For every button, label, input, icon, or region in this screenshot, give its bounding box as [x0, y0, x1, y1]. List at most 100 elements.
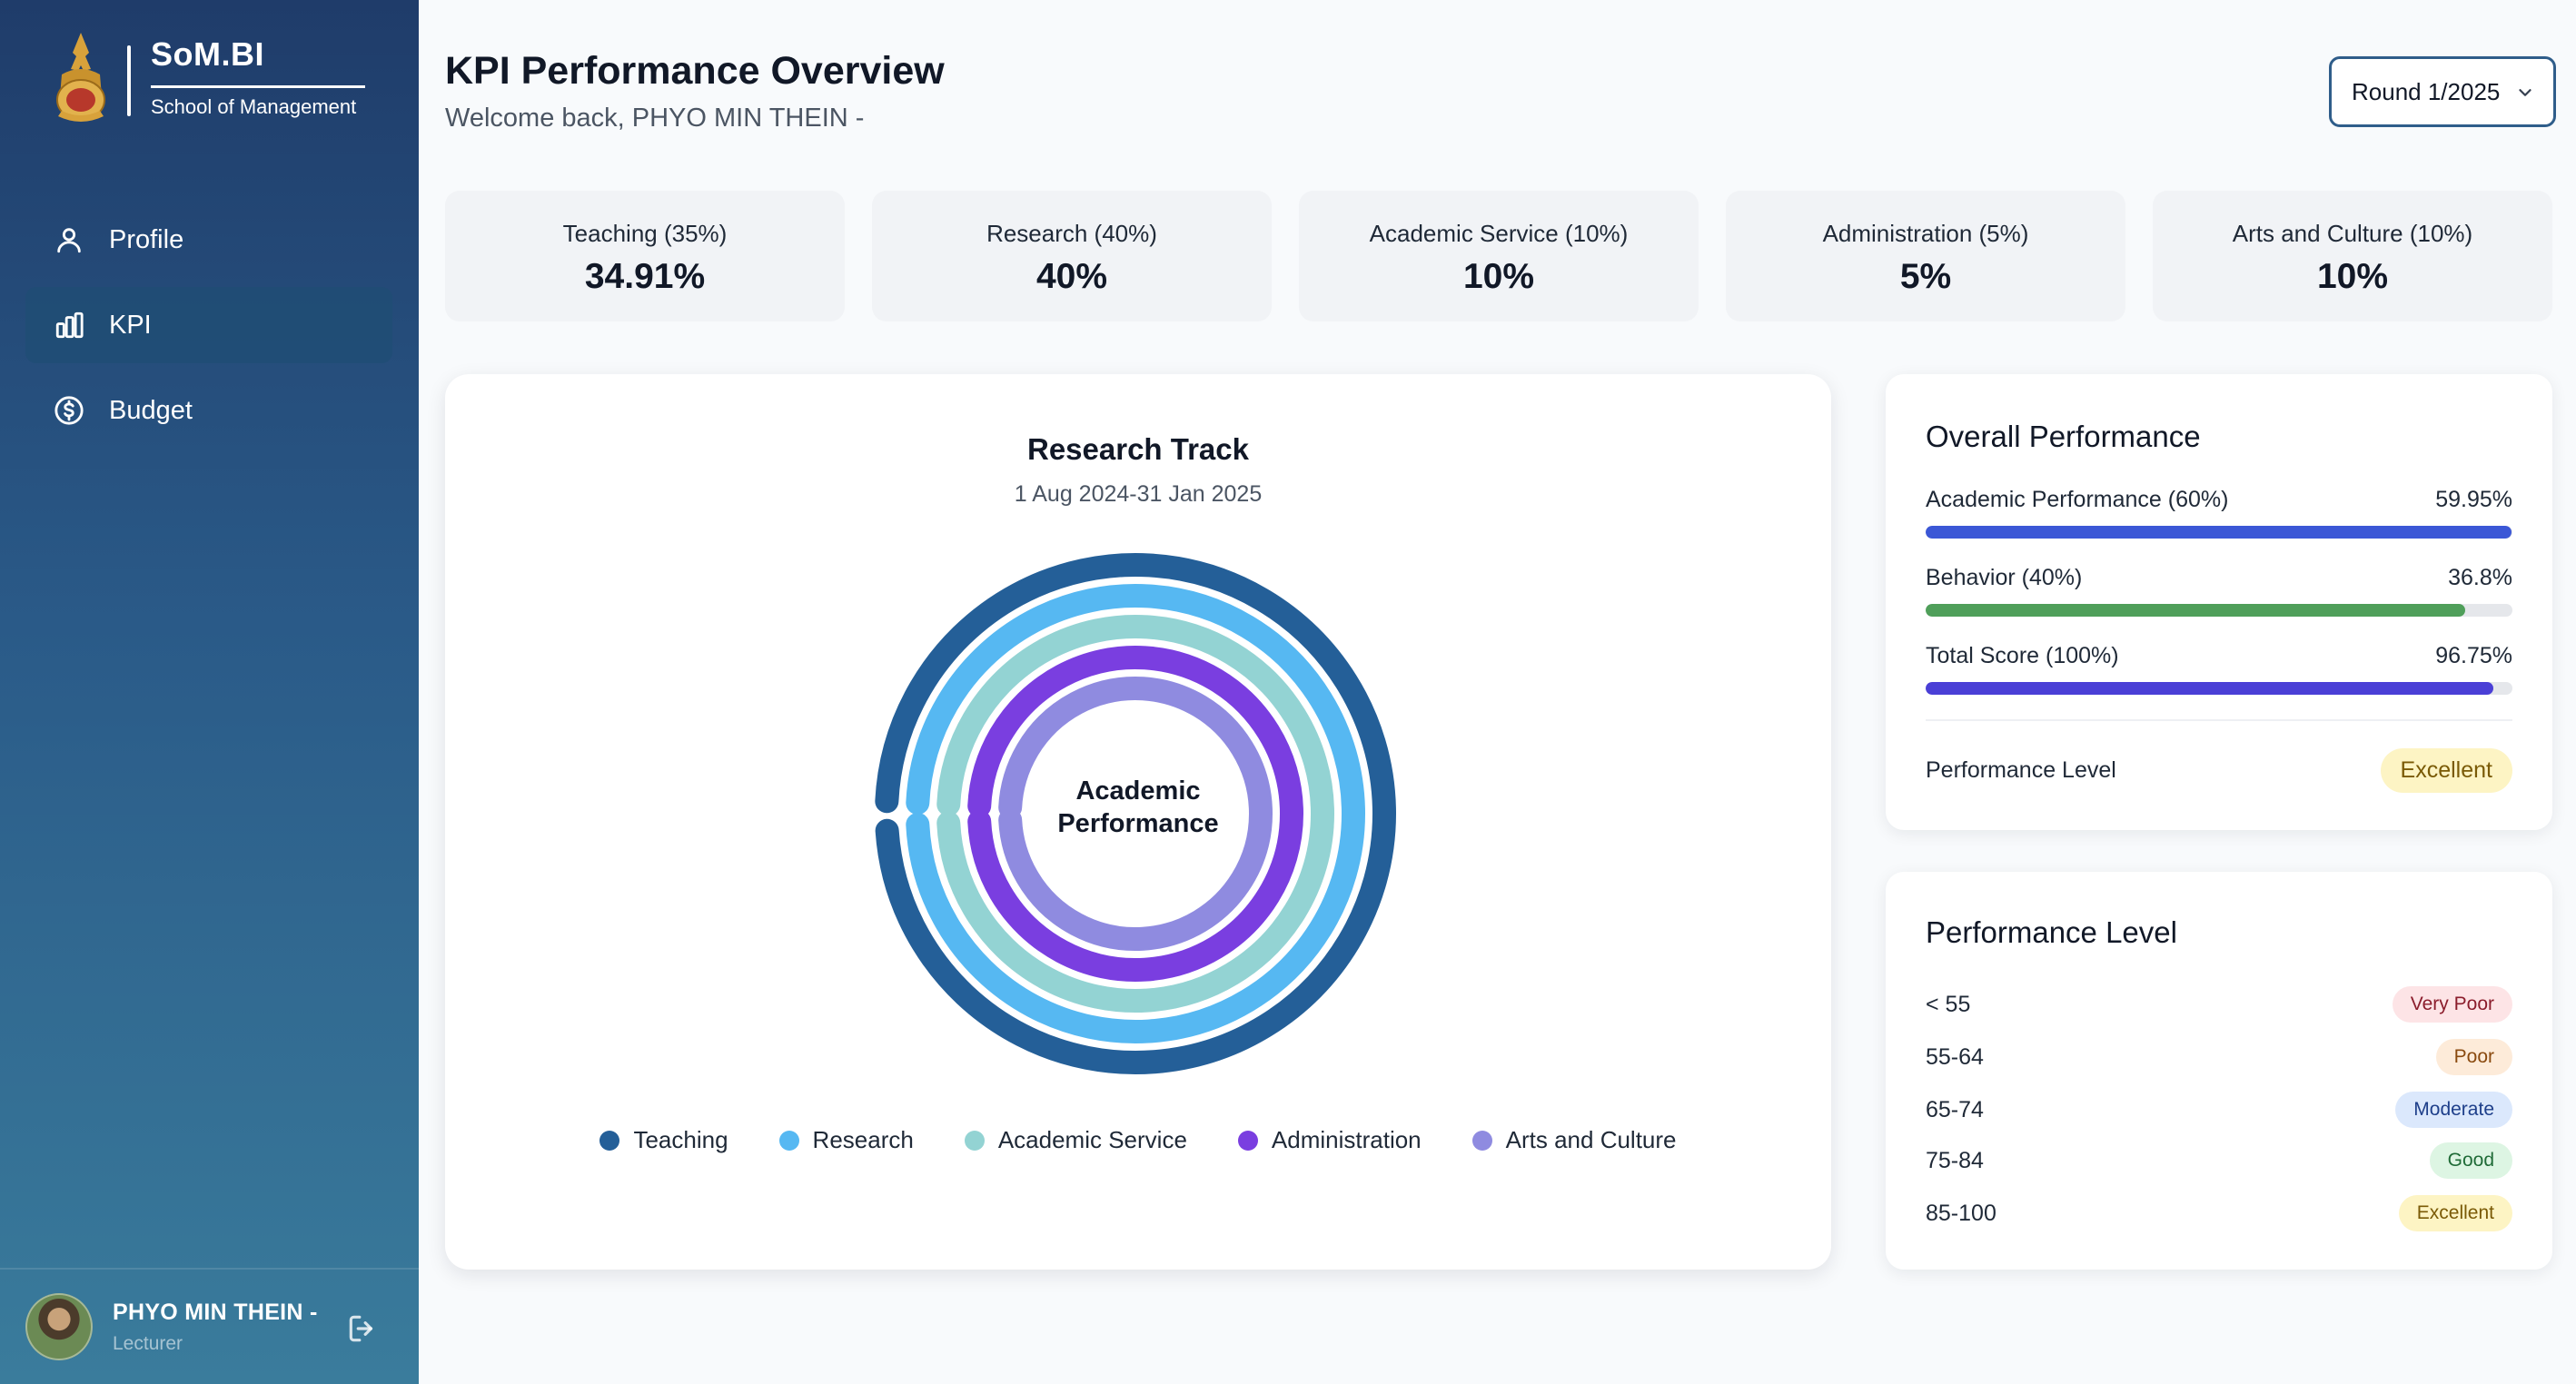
dollar-circle-icon — [53, 394, 85, 427]
legend-dot — [964, 1130, 985, 1151]
progress-track — [1926, 682, 2512, 695]
level-pill: Poor — [2435, 1039, 2512, 1075]
kpi-value: 40% — [1035, 257, 1108, 296]
level-row-good: 75-84 Good — [1926, 1141, 2512, 1181]
overall-performance-title: Overall Performance — [1926, 420, 2201, 453]
legend-label: Arts and Culture — [1505, 1126, 1677, 1153]
level-range: 65-74 — [1926, 1096, 1984, 1122]
performance-level-label: Performance Level — [1926, 757, 2116, 783]
round-select-value: Round 1/2025 — [2352, 77, 2501, 105]
metric-value: 96.75% — [2435, 643, 2512, 668]
round-select[interactable]: Round 1/2025 — [2329, 56, 2556, 127]
legend-item-academic-service[interactable]: Academic Service — [964, 1126, 1187, 1154]
avatar[interactable] — [25, 1293, 93, 1360]
legend-label: Academic Service — [997, 1126, 1187, 1153]
user-info: PHYO MIN THEIN - Lecturer — [113, 1300, 318, 1355]
progress-track — [1926, 526, 2512, 539]
kpi-label: Research (40%) — [986, 220, 1157, 247]
legend-item-arts-culture[interactable]: Arts and Culture — [1471, 1126, 1677, 1154]
progress-fill — [1926, 526, 2512, 539]
bar-chart-icon — [53, 309, 85, 341]
level-range: 85-100 — [1926, 1200, 1996, 1226]
page-title: KPI Performance Overview — [445, 49, 945, 93]
metric-label: Total Score (100%) — [1926, 643, 2119, 668]
level-range: < 55 — [1926, 991, 1971, 1017]
status-badge: Excellent — [2380, 748, 2512, 793]
performance-level-row: Performance Level Excellent — [1926, 748, 2512, 793]
metric-value: 36.8% — [2448, 565, 2512, 590]
kpi-label: Academic Service (10%) — [1369, 220, 1629, 247]
legend-label: Research — [812, 1126, 914, 1153]
welcome-text: Welcome back, PHYO MIN THEIN - — [445, 104, 865, 133]
chart-subtitle: 1 Aug 2024-31 Jan 2025 — [1014, 481, 1263, 507]
legend-item-administration[interactable]: Administration — [1237, 1126, 1422, 1154]
chart-legend: Teaching Research Academic Service Admin… — [445, 1126, 1831, 1154]
kpi-card-academic-service: Academic Service (10%) 10% — [1299, 191, 1699, 321]
sidebar-item-kpi[interactable]: KPI — [25, 287, 392, 363]
level-row-excellent: 85-100 Excellent — [1926, 1193, 2512, 1233]
legend-dot — [599, 1130, 620, 1151]
legend-label: Teaching — [633, 1126, 728, 1153]
logout-icon[interactable] — [345, 1311, 380, 1346]
metric-label: Behavior (40%) — [1926, 565, 2083, 590]
level-row-moderate: 65-74 Moderate — [1926, 1090, 2512, 1130]
brand-text: SoM.BI School of Management — [151, 36, 365, 119]
user-name: PHYO MIN THEIN - — [113, 1299, 318, 1325]
level-pill: Very Poor — [2392, 986, 2512, 1023]
legend-dot — [1237, 1130, 1258, 1151]
legend-label: Administration — [1271, 1126, 1422, 1153]
brand-name: SoM.BI — [151, 35, 264, 73]
chart-center-line-1: Academic — [1075, 776, 1201, 806]
kpi-card-administration: Administration (5%) 5% — [1726, 191, 2125, 321]
metric-behavior: Behavior (40%) 36.8% — [1926, 565, 2512, 617]
sidebar-item-profile[interactable]: Profile — [25, 202, 392, 278]
kpi-value: 10% — [2316, 257, 2389, 296]
kpi-summary-row: Teaching (35%) 34.91% Research (40%) 40%… — [445, 191, 2554, 321]
chart-center-label: Academic Performance — [999, 776, 1277, 841]
legend-item-research[interactable]: Research — [778, 1126, 914, 1154]
university-emblem-icon — [56, 33, 105, 122]
brand-subtitle: School of Management — [151, 94, 357, 118]
metric-value: 59.95% — [2435, 487, 2512, 512]
kpi-value: 5% — [1899, 257, 1952, 296]
sidebar-nav: Profile KPI Budget — [25, 202, 392, 458]
brand-divider — [127, 45, 131, 116]
kpi-card-teaching: Teaching (35%) 34.91% — [445, 191, 845, 321]
legend-dot — [1471, 1130, 1492, 1151]
chevron-down-icon — [2519, 89, 2531, 96]
divider — [1926, 719, 2512, 721]
level-row-poor: 55-64 Poor — [1926, 1037, 2512, 1077]
metric-academic-performance: Academic Performance (60%) 59.95% — [1926, 487, 2512, 539]
performance-level-card: Performance Level < 55 Very Poor 55-64 P… — [1886, 872, 2552, 1270]
kpi-value: 10% — [1462, 257, 1535, 296]
kpi-value: 34.91% — [584, 257, 706, 296]
kpi-label: Teaching (35%) — [562, 220, 728, 247]
legend-dot — [778, 1130, 799, 1151]
performance-level-title: Performance Level — [1926, 915, 2177, 949]
metric-label: Academic Performance (60%) — [1926, 487, 2229, 512]
sidebar-item-label: KPI — [109, 310, 152, 340]
sidebar: SoM.BI School of Management Profile KPI — [0, 0, 419, 1384]
level-pill: Excellent — [2398, 1195, 2512, 1231]
brand-rule — [151, 84, 365, 88]
level-row-very-poor: < 55 Very Poor — [1926, 984, 2512, 1024]
sidebar-item-label: Profile — [109, 224, 184, 254]
research-track-chart-card: Research Track 1 Aug 2024-31 Jan 2025 Ac… — [445, 374, 1831, 1270]
level-pill: Moderate — [2395, 1092, 2512, 1128]
user-icon — [53, 223, 85, 256]
level-range: 55-64 — [1926, 1043, 1984, 1070]
sidebar-item-label: Budget — [109, 395, 193, 425]
overall-performance-card: Overall Performance Academic Performance… — [1886, 374, 2552, 830]
progress-fill — [1926, 682, 2493, 695]
chart-title: Research Track — [1026, 432, 1249, 466]
brand[interactable]: SoM.BI School of Management — [49, 29, 365, 125]
kpi-card-research: Research (40%) 40% — [872, 191, 1272, 321]
level-pill: Good — [2429, 1142, 2512, 1179]
progress-track — [1926, 604, 2512, 617]
level-range: 75-84 — [1926, 1147, 1984, 1173]
metric-total-score: Total Score (100%) 96.75% — [1926, 643, 2512, 695]
chart-center-line-2: Performance — [1057, 808, 1219, 838]
legend-item-teaching[interactable]: Teaching — [599, 1126, 728, 1154]
sidebar-item-budget[interactable]: Budget — [25, 372, 392, 449]
progress-fill — [1926, 604, 2466, 617]
